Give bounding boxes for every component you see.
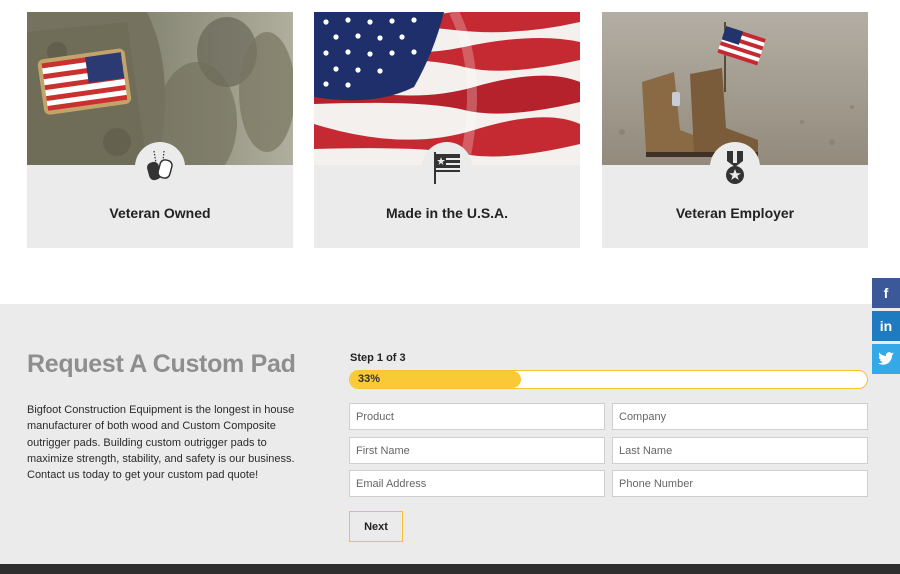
dog-tags-icon	[135, 142, 185, 192]
medal-icon	[710, 142, 760, 192]
facebook-button[interactable]: f	[872, 278, 900, 308]
card-title: Made in the U.S.A.	[385, 205, 509, 221]
card-veteran-employer: Veteran Employer	[602, 12, 868, 248]
first-name-field[interactable]	[349, 437, 605, 464]
linkedin-icon: in	[879, 318, 893, 334]
card-veteran-owned: Veteran Owned	[27, 12, 293, 248]
page: Veteran Owned Made in the U.S.A. Veteran…	[0, 0, 900, 574]
request-custom-pad-section: Request A Custom Pad Bigfoot Constructio…	[0, 304, 900, 564]
flag-icon	[422, 142, 472, 192]
next-button[interactable]: Next	[349, 511, 403, 542]
card-made-in-usa: Made in the U.S.A.	[314, 12, 580, 248]
last-name-field[interactable]	[612, 437, 868, 464]
email-field[interactable]	[349, 470, 605, 497]
social-share-bar: f in	[872, 278, 900, 377]
section-heading: Request A Custom Pad	[27, 350, 296, 378]
progress-percent: 33%	[358, 373, 381, 385]
twitter-icon	[878, 352, 894, 365]
facebook-icon: f	[883, 285, 889, 301]
product-field[interactable]	[349, 403, 605, 430]
footer-bar	[0, 564, 900, 574]
card-title: Veteran Owned	[109, 205, 211, 221]
progress-bar: 33%	[349, 370, 868, 389]
company-field[interactable]	[612, 403, 868, 430]
linkedin-button[interactable]: in	[872, 311, 900, 341]
feature-cards: Veteran Owned Made in the U.S.A. Veteran…	[27, 12, 868, 248]
section-description: Bigfoot Construction Equipment is the lo…	[27, 404, 295, 482]
card-title: Veteran Employer	[675, 205, 795, 221]
step-indicator: Step 1 of 3	[350, 352, 406, 364]
phone-field[interactable]	[612, 470, 868, 497]
twitter-button[interactable]	[872, 344, 900, 374]
